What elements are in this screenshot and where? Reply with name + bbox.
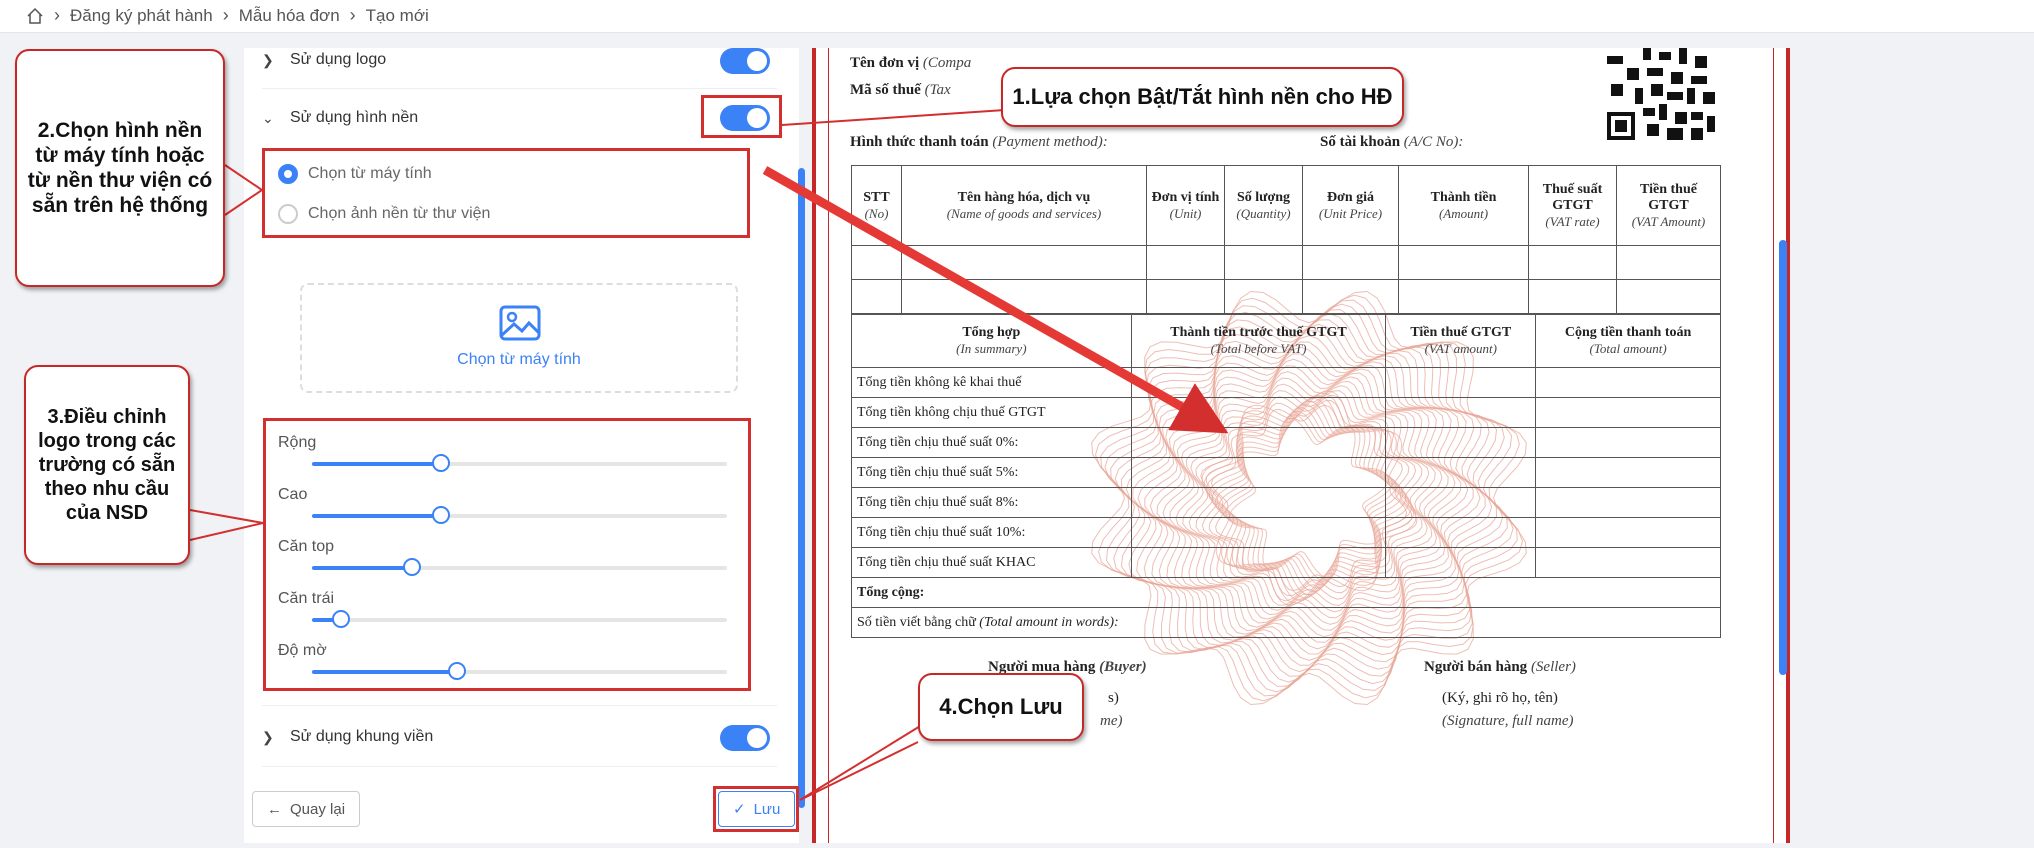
callout-step-1: 1.Lựa chọn Bật/Tắt hình nền cho HĐ (1001, 67, 1404, 127)
callout-step-3: 3.Điều chỉnh logo trong các trường có sẵ… (24, 365, 190, 565)
callout-step-2: 2.Chọn hình nền từ máy tính hoặc từ nền … (15, 49, 225, 287)
callout-step-4: 4.Chọn Lưu (918, 673, 1084, 741)
